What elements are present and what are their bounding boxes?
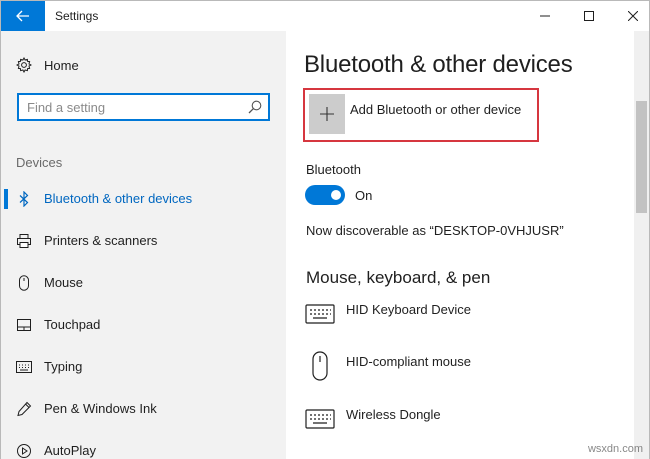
close-button[interactable]	[611, 1, 650, 31]
add-device-button[interactable]: Add Bluetooth or other device	[303, 88, 539, 142]
mouse-icon	[16, 275, 32, 291]
sidebar: Home Devices Bluetooth & other devices	[1, 31, 286, 459]
title-bar: Settings	[1, 1, 649, 31]
active-indicator	[4, 189, 8, 209]
autoplay-icon	[16, 443, 32, 459]
main-content: Bluetooth & other devices Add Bluetooth …	[286, 31, 634, 459]
keyboard-icon	[304, 299, 336, 329]
bluetooth-label: Bluetooth	[306, 162, 361, 177]
back-arrow-icon	[16, 10, 29, 22]
sidebar-item-printers[interactable]: Printers & scanners	[1, 223, 286, 259]
device-label: HID-compliant mouse	[346, 354, 471, 369]
mouse-icon	[304, 351, 336, 381]
plus-icon	[309, 94, 345, 134]
discoverable-text: Now discoverable as “DESKTOP-0VHJUSR”	[306, 223, 564, 238]
bluetooth-icon	[16, 191, 32, 207]
gear-icon	[16, 57, 32, 73]
pen-icon	[16, 401, 32, 417]
sidebar-item-touchpad[interactable]: Touchpad	[1, 307, 286, 343]
search-icon[interactable]	[248, 100, 262, 114]
sidebar-item-mouse[interactable]: Mouse	[1, 265, 286, 301]
keyboard-icon	[16, 359, 32, 375]
section-label-devices: Devices	[16, 155, 63, 170]
toggle-knob	[331, 190, 341, 200]
printer-icon	[16, 233, 32, 249]
sidebar-item-label: Printers & scanners	[44, 233, 158, 248]
minimize-button[interactable]	[523, 1, 567, 31]
device-label: HID Keyboard Device	[346, 302, 471, 317]
keyboard-icon	[304, 404, 336, 434]
sidebar-item-pen[interactable]: Pen & Windows Ink	[1, 391, 286, 427]
section-title: Mouse, keyboard, & pen	[306, 268, 491, 287]
device-item[interactable]: HID-compliant mouse	[304, 351, 624, 391]
sidebar-item-label: AutoPlay	[44, 443, 97, 458]
sidebar-item-home[interactable]: Home	[16, 55, 79, 75]
sidebar-item-label: Mouse	[44, 275, 84, 290]
scroll-thumb[interactable]	[636, 101, 647, 213]
scrollbar[interactable]	[634, 31, 649, 459]
minimize-icon	[540, 15, 550, 17]
search-box	[17, 93, 270, 121]
sidebar-item-bluetooth[interactable]: Bluetooth & other devices	[1, 181, 286, 217]
settings-window: Settings Home Find a setting Devices Blu…	[0, 0, 650, 459]
sidebar-item-typing[interactable]: Typing	[1, 349, 286, 385]
device-item[interactable]: HID Keyboard Device	[304, 299, 624, 339]
watermark: wsxdn.com	[587, 443, 643, 455]
add-device-label: Add Bluetooth or other device	[350, 102, 522, 117]
bluetooth-toggle[interactable]	[305, 185, 345, 205]
device-label: Wireless Dongle	[346, 407, 441, 422]
device-item[interactable]: Wireless Dongle	[304, 404, 624, 444]
back-button[interactable]	[1, 1, 45, 31]
sidebar-item-label: Bluetooth & other devices	[44, 191, 193, 206]
maximize-icon	[584, 11, 594, 21]
maximize-button[interactable]	[567, 1, 611, 31]
window-title: Settings	[55, 9, 99, 23]
bluetooth-state: On	[355, 188, 373, 203]
home-label: Home	[44, 57, 79, 73]
close-icon	[628, 11, 638, 21]
sidebar-item-label: Touchpad	[44, 317, 101, 332]
sidebar-item-label: Pen & Windows Ink	[44, 401, 157, 416]
search-input[interactable]	[27, 98, 237, 116]
touchpad-icon	[16, 317, 32, 333]
page-title: Bluetooth & other devices	[304, 51, 573, 78]
sidebar-item-autoplay[interactable]: AutoPlay	[1, 433, 286, 459]
sidebar-item-label: Typing	[44, 359, 83, 374]
